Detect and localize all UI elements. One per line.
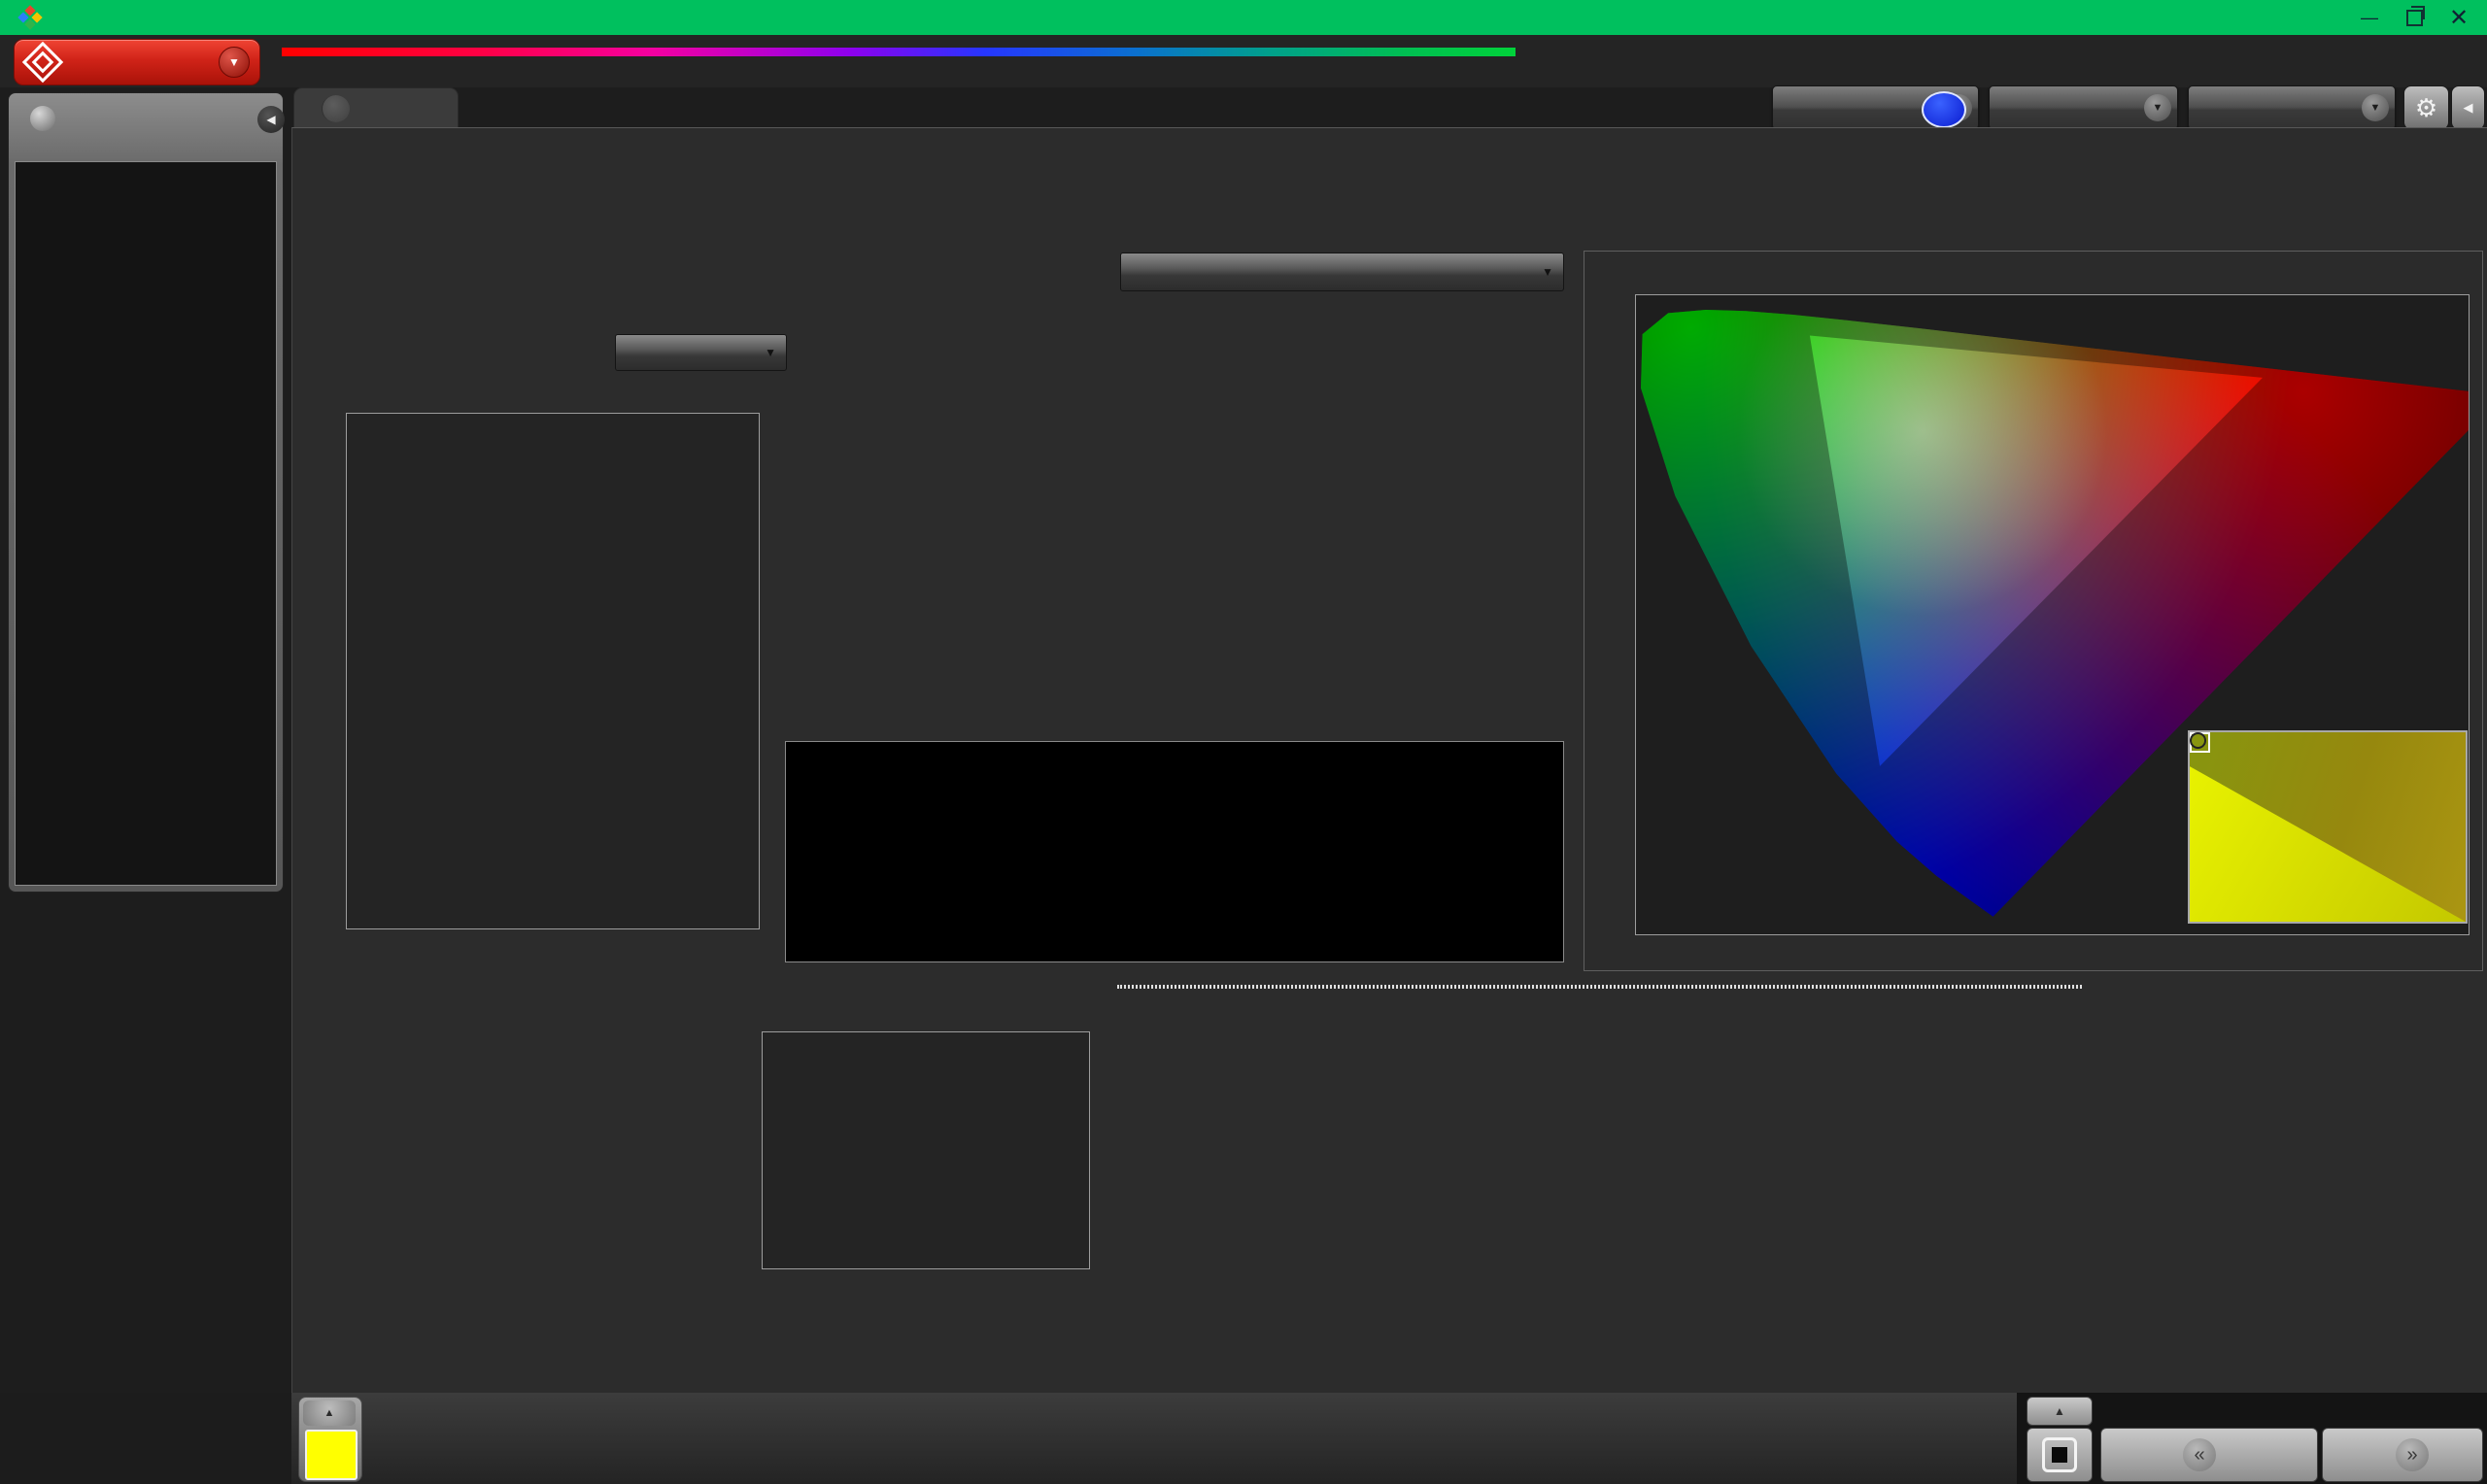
tab-history-1[interactable] bbox=[293, 87, 459, 129]
source-dropdown[interactable]: ▼ bbox=[1989, 85, 2178, 130]
collapse-toolbar-button[interactable]: ◀ bbox=[2451, 85, 2485, 130]
pattern-popup-button[interactable]: ▲ bbox=[303, 1400, 356, 1426]
gear-icon: ⚙ bbox=[2415, 93, 2437, 123]
back-button[interactable]: « bbox=[2100, 1428, 2318, 1482]
sidebar-knob-icon[interactable] bbox=[30, 106, 55, 131]
display-control-status-stripe bbox=[2192, 89, 2197, 126]
current-pattern-swatch[interactable] bbox=[305, 1430, 358, 1480]
measurement-table bbox=[1117, 985, 2082, 989]
panel-up-button[interactable]: ▲ bbox=[2027, 1397, 2093, 1426]
footer-strip bbox=[291, 1393, 2017, 1484]
display-control-chevron-icon[interactable]: ▼ bbox=[2362, 94, 2389, 121]
target-row-label bbox=[788, 859, 807, 946]
stop-icon bbox=[2042, 1437, 2077, 1472]
cie-diagram-panel bbox=[1584, 251, 2483, 971]
transport-panel: ▲ « » bbox=[2017, 1393, 2487, 1484]
deltae-chart bbox=[346, 413, 760, 929]
calman-menu-button[interactable]: ▼ bbox=[14, 39, 260, 85]
close-button[interactable]: ✕ bbox=[2436, 0, 2481, 35]
cie-plot bbox=[1635, 294, 2470, 935]
levels-chevron-icon: ▼ bbox=[1542, 265, 1553, 279]
deltae-xlabels bbox=[346, 930, 758, 958]
de-formula-dropdown[interactable]: ▼ bbox=[615, 334, 787, 371]
source-dropdown-chevron-icon[interactable]: ▼ bbox=[2144, 94, 2171, 121]
calman-app-icon bbox=[17, 5, 42, 29]
meter-badge[interactable] bbox=[1922, 91, 1966, 128]
meter-status-stripe bbox=[1776, 89, 1782, 126]
rgb-ylabels bbox=[709, 1031, 756, 1267]
footer-bar: ▲ ▲ « » bbox=[0, 1393, 2487, 1484]
calman-menu-chevron-icon[interactable]: ▼ bbox=[219, 47, 250, 78]
actual-row-label bbox=[788, 771, 807, 859]
settings-button[interactable]: ⚙ bbox=[2403, 85, 2449, 130]
restore-button[interactable] bbox=[2392, 0, 2436, 35]
rainbow-strip bbox=[282, 48, 1516, 56]
inset-measured-marker bbox=[2190, 732, 2206, 749]
display-control-dropdown[interactable]: ▼ bbox=[2188, 85, 2396, 130]
chevron-double-left-icon: « bbox=[2183, 1438, 2216, 1471]
sidebar-collapse-button[interactable]: ◀ bbox=[257, 106, 285, 133]
minimize-button[interactable]: — bbox=[2347, 0, 2392, 35]
application-window: — ✕ ▼ ▼ ▼ ▼ ⚙ ◀ bbox=[0, 0, 2487, 1484]
sidebar-tree bbox=[15, 161, 277, 886]
stop-button[interactable] bbox=[2027, 1428, 2093, 1482]
de-formula-chevron-icon: ▼ bbox=[765, 346, 776, 359]
saturation-swatch-panel bbox=[785, 741, 1564, 962]
pattern-mini-card: ▲ bbox=[298, 1397, 362, 1482]
rgb-balance-chart bbox=[762, 1031, 1090, 1269]
source-status-stripe bbox=[1993, 89, 1998, 126]
arrow-up-icon: ▲ bbox=[2054, 1404, 2065, 1418]
chevron-double-right-icon: » bbox=[2396, 1438, 2429, 1471]
calman-logo-icon bbox=[22, 42, 63, 83]
next-button[interactable]: » bbox=[2322, 1428, 2483, 1482]
title-bar: — ✕ bbox=[0, 0, 2487, 35]
deltae-ylabels bbox=[243, 413, 336, 928]
add-tab-button[interactable] bbox=[322, 95, 350, 122]
cie-inset-wedge bbox=[2190, 732, 2466, 922]
app-header bbox=[0, 35, 2487, 87]
levels-dropdown[interactable]: ▼ bbox=[1120, 253, 1564, 291]
cie-inset-zoom bbox=[2188, 730, 2468, 924]
chevron-left-icon: ◀ bbox=[2464, 100, 2473, 116]
arrow-up-icon: ▲ bbox=[324, 1407, 335, 1419]
